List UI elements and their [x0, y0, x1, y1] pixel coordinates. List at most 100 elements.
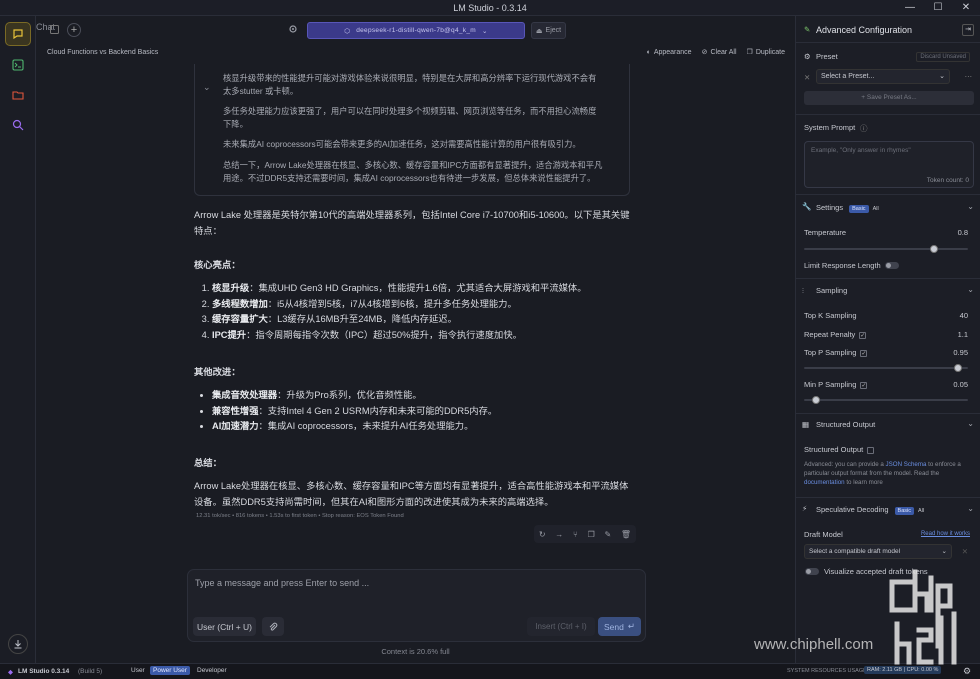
edit-icon[interactable]: ✎	[604, 530, 611, 539]
divider	[796, 114, 980, 115]
documentation-link[interactable]: documentation	[804, 479, 845, 486]
visualize-toggle[interactable]	[805, 568, 819, 575]
close-button[interactable]: ✕	[952, 0, 980, 16]
save-preset-button[interactable]: + Save Preset As...	[804, 91, 974, 105]
continue-icon[interactable]: →	[555, 530, 563, 539]
settings-header[interactable]: Settings Basic All	[816, 203, 879, 213]
json-schema-link[interactable]: JSON Schema	[886, 461, 927, 468]
top-k-value[interactable]: 40	[960, 311, 968, 320]
item-text: ：L3缓存从16MB升至24MB，降低内存延迟。	[267, 314, 457, 324]
sidebar-toggle-icon[interactable]	[50, 25, 59, 34]
list-item: 兼容性增强：支持Intel 4 Gen 2 USRM内存和未来可能的DDR5内存…	[212, 404, 634, 420]
system-prompt-input[interactable]: Example, "Only answer in rhymes" Token c…	[804, 141, 974, 188]
message-composer[interactable]: Type a message and press Enter to send .…	[187, 569, 646, 642]
list-item: 集成音效处理器：升级为Pro系列，优化音频性能。	[212, 388, 634, 404]
downloads-button[interactable]	[8, 634, 28, 654]
all-tab[interactable]: All	[918, 508, 924, 514]
send-label: Send	[604, 621, 624, 632]
panel-title: Advanced Configuration	[816, 25, 913, 35]
new-chat-button[interactable]: +	[67, 23, 81, 37]
temperature-slider[interactable]	[804, 245, 968, 253]
maximize-button[interactable]: ☐	[924, 0, 952, 16]
thinking-paragraph: 总结一下，Arrow Lake处理器在核显、多核心数、缓存容量和IPC方面都有显…	[223, 160, 603, 183]
draft-model-label: Draft Model	[804, 530, 843, 539]
close-icon[interactable]: ✕	[804, 73, 810, 82]
list-item: 缓存容量扩大：L3缓存从16MB升至24MB，降低内存延迟。	[212, 312, 634, 328]
trash-icon[interactable]: 🗑	[621, 530, 631, 539]
chevron-down-icon: ⌄	[482, 27, 488, 35]
top-p-value[interactable]: 0.95	[953, 348, 968, 357]
preset-select-value: Select a Preset...	[821, 73, 875, 80]
mode-developer[interactable]: Developer	[194, 666, 230, 675]
repeat-penalty-checkbox[interactable]: ✓	[859, 331, 867, 339]
more-icon[interactable]: ⋯	[965, 72, 973, 81]
structured-header[interactable]: Structured Output	[816, 420, 875, 429]
top-p-label: Top P Sampling ✓	[804, 348, 868, 357]
top-p-slider[interactable]	[804, 364, 968, 372]
mode-power-user[interactable]: Power User	[150, 666, 190, 675]
mode-user[interactable]: User	[128, 666, 148, 675]
chat-nav-button[interactable]	[5, 22, 31, 46]
list-item: 多线程数增加：i5从4核增到5核，i7从4核增到6核，提升多任务处理能力。	[212, 297, 634, 313]
duplicate-button[interactable]: ❐ Duplicate	[747, 48, 785, 57]
slider-handle[interactable]	[812, 396, 820, 404]
min-p-value[interactable]: 0.05	[953, 380, 968, 389]
structured-output-checkbox[interactable]	[867, 446, 875, 454]
appearance-button[interactable]: ◐ Appearance	[647, 48, 692, 56]
chevron-down-icon[interactable]: ⌄	[967, 419, 974, 428]
message-input-placeholder[interactable]: Type a message and press Enter to send .…	[195, 578, 369, 588]
divider	[796, 194, 980, 195]
chevron-down-icon[interactable]: ⌄	[967, 285, 974, 294]
chat-title[interactable]: Cloud Functions vs Backend Basics	[47, 49, 158, 56]
min-p-checkbox[interactable]: ✓	[860, 381, 868, 389]
discover-nav-button[interactable]	[5, 113, 31, 137]
sampling-header[interactable]: Sampling	[816, 286, 847, 295]
all-tab[interactable]: All	[873, 206, 879, 212]
basic-tab[interactable]: Basic	[894, 507, 914, 515]
min-p-text: Min P Sampling	[804, 380, 857, 389]
item-text: ：集成AI coprocessors，未来提升AI任务处理能力。	[258, 421, 474, 431]
repeat-penalty-value[interactable]: 1.1	[958, 330, 968, 339]
basic-tab[interactable]: Basic	[849, 205, 869, 213]
limit-length-toggle[interactable]	[885, 262, 899, 269]
top-p-checkbox[interactable]: ✓	[860, 349, 868, 357]
copy-icon[interactable]: ❐	[588, 530, 595, 539]
slider-handle[interactable]	[930, 245, 938, 253]
role-selector[interactable]: User (Ctrl + U)	[193, 617, 256, 636]
system-prompt-placeholder: Example, "Only answer in rhymes"	[811, 147, 911, 154]
min-p-slider[interactable]	[804, 396, 968, 404]
duplicate-label: Duplicate	[755, 48, 785, 56]
response-heading: 其他改进：	[194, 367, 241, 377]
temperature-value[interactable]: 0.8	[958, 228, 968, 237]
branch-icon[interactable]: ⑂	[573, 530, 578, 539]
regenerate-icon[interactable]: ↻	[539, 530, 546, 539]
attach-button[interactable]	[262, 617, 284, 636]
insert-button[interactable]: Insert (Ctrl + I)	[527, 617, 595, 636]
clear-all-button[interactable]: ⊘ Clear All	[702, 48, 737, 57]
draft-model-select[interactable]: Select a compatible draft model ⌄	[804, 544, 952, 559]
models-nav-button[interactable]	[5, 83, 31, 107]
gear-icon[interactable]: ⚙	[963, 666, 971, 677]
discard-unsaved-button[interactable]: Discard Unsaved	[916, 52, 970, 62]
chevron-down-icon[interactable]: ⌄	[203, 82, 211, 93]
gear-icon[interactable]	[288, 24, 298, 34]
item-text: ：集成UHD Gen3 HD Graphics，性能提升1.6倍，尤其适合大屏游…	[249, 283, 587, 293]
speculative-header[interactable]: Speculative Decoding Basic All	[816, 505, 924, 515]
close-icon[interactable]: ✕	[962, 547, 968, 556]
response-heading: 核心亮点：	[194, 260, 241, 270]
developer-nav-button[interactable]	[5, 53, 31, 77]
help-icon[interactable]: ⓘ	[860, 123, 868, 134]
read-how-link[interactable]: Read how it works	[921, 531, 970, 537]
chevron-down-icon[interactable]: ⌄	[967, 504, 974, 513]
structured-icon: ▦	[802, 420, 810, 429]
send-button[interactable]: Send ↵	[598, 617, 641, 636]
preset-select[interactable]: Select a Preset... ⌄	[816, 69, 950, 84]
minimize-button[interactable]: —	[896, 0, 924, 16]
slider-handle[interactable]	[954, 364, 962, 372]
item-title: 核显升级	[212, 283, 250, 293]
collapse-panel-icon[interactable]: ⇥	[962, 24, 974, 36]
eject-button[interactable]: ⏏ Eject	[531, 22, 566, 39]
model-selector[interactable]: ⬡ deepseek-r1-distill-qwen-7b@q4_k_m ⌄	[307, 22, 525, 39]
window-controls: — ☐ ✕	[896, 0, 980, 16]
chevron-down-icon[interactable]: ⌄	[967, 202, 974, 211]
